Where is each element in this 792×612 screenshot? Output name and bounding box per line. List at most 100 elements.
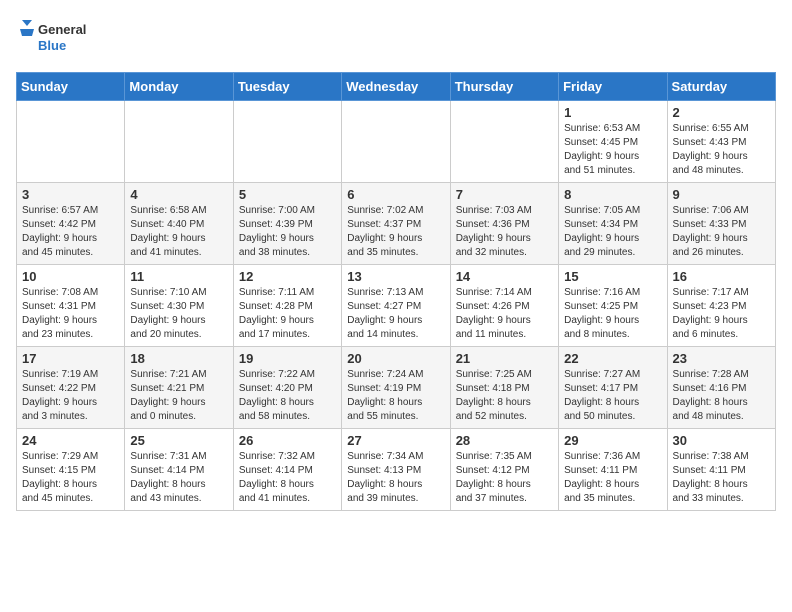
calendar-cell: 8 Sunrise: 7:05 AM Sunset: 4:34 PM Daylig… xyxy=(559,183,667,265)
calendar-cell: 25 Sunrise: 7:31 AM Sunset: 4:14 PM Dayli… xyxy=(125,429,233,511)
calendar-cell: 9 Sunrise: 7:06 AM Sunset: 4:33 PM Daylig… xyxy=(667,183,775,265)
day-info: Sunrise: 7:05 AM Sunset: 4:34 PM Dayligh… xyxy=(564,204,661,260)
day-info: Sunrise: 6:57 AM Sunset: 4:42 PM Dayligh… xyxy=(22,204,119,260)
day-info: Sunrise: 7:29 AM Sunset: 4:15 PM Dayligh… xyxy=(22,450,119,506)
day-info: Sunrise: 7:31 AM Sunset: 4:14 PM Dayligh… xyxy=(130,450,227,506)
day-info: Sunrise: 7:03 AM Sunset: 4:36 PM Dayligh… xyxy=(456,204,553,260)
day-info: Sunrise: 7:38 AM Sunset: 4:11 PM Dayligh… xyxy=(673,450,770,506)
day-number: 25 xyxy=(130,433,227,448)
day-number: 11 xyxy=(130,269,227,284)
calendar-cell: 16Sunrise: 7:17 AM Sunset: 4:23 PM Dayli… xyxy=(667,265,775,347)
day-number: 8 xyxy=(564,187,661,202)
day-number: 12 xyxy=(239,269,336,284)
day-number: 29 xyxy=(564,433,661,448)
calendar-cell: 30Sunrise: 7:38 AM Sunset: 4:11 PM Dayli… xyxy=(667,429,775,511)
calendar-cell xyxy=(17,101,125,183)
day-number: 22 xyxy=(564,351,661,366)
day-number: 19 xyxy=(239,351,336,366)
calendar-cell xyxy=(233,101,341,183)
calendar-cell: 11 Sunrise: 7:10 AM Sunset: 4:30 PM Dayli… xyxy=(125,265,233,347)
logo-svg: General Blue xyxy=(16,16,96,60)
calendar-week-row: 17 Sunrise: 7:19 AM Sunset: 4:22 PM Dayli… xyxy=(17,347,776,429)
day-info: Sunrise: 7:35 AM Sunset: 4:12 PM Dayligh… xyxy=(456,450,553,506)
calendar-header-row: SundayMondayTuesdayWednesdayThursdayFrid… xyxy=(17,73,776,101)
calendar-body: 1Sunrise: 6:53 AM Sunset: 4:45 PM Daylig… xyxy=(17,101,776,511)
day-info: Sunrise: 7:02 AM Sunset: 4:37 PM Dayligh… xyxy=(347,204,444,260)
calendar-week-row: 1Sunrise: 6:53 AM Sunset: 4:45 PM Daylig… xyxy=(17,101,776,183)
day-info: Sunrise: 7:34 AM Sunset: 4:13 PM Dayligh… xyxy=(347,450,444,506)
calendar-cell xyxy=(342,101,450,183)
day-info: Sunrise: 7:32 AM Sunset: 4:14 PM Dayligh… xyxy=(239,450,336,506)
calendar-cell: 24 Sunrise: 7:29 AM Sunset: 4:15 PM Dayli… xyxy=(17,429,125,511)
day-number: 6 xyxy=(347,187,444,202)
calendar-cell: 15Sunrise: 7:16 AM Sunset: 4:25 PM Dayli… xyxy=(559,265,667,347)
weekday-header-wednesday: Wednesday xyxy=(342,73,450,101)
day-info: Sunrise: 7:06 AM Sunset: 4:33 PM Dayligh… xyxy=(673,204,770,260)
day-number: 27 xyxy=(347,433,444,448)
header: General Blue xyxy=(16,16,776,60)
calendar-cell: 23 Sunrise: 7:28 AM Sunset: 4:16 PM Dayli… xyxy=(667,347,775,429)
weekday-header-friday: Friday xyxy=(559,73,667,101)
day-number: 18 xyxy=(130,351,227,366)
day-number: 20 xyxy=(347,351,444,366)
day-info: Sunrise: 7:14 AM Sunset: 4:26 PM Dayligh… xyxy=(456,286,553,342)
calendar-cell xyxy=(450,101,558,183)
day-number: 17 xyxy=(22,351,119,366)
weekday-header-tuesday: Tuesday xyxy=(233,73,341,101)
day-info: Sunrise: 7:36 AM Sunset: 4:11 PM Dayligh… xyxy=(564,450,661,506)
weekday-header-monday: Monday xyxy=(125,73,233,101)
day-number: 28 xyxy=(456,433,553,448)
calendar-cell: 1Sunrise: 6:53 AM Sunset: 4:45 PM Daylig… xyxy=(559,101,667,183)
calendar-cell: 3 Sunrise: 6:57 AM Sunset: 4:42 PM Daylig… xyxy=(17,183,125,265)
weekday-header-sunday: Sunday xyxy=(17,73,125,101)
day-number: 13 xyxy=(347,269,444,284)
day-info: Sunrise: 7:08 AM Sunset: 4:31 PM Dayligh… xyxy=(22,286,119,342)
logo: General Blue xyxy=(16,16,96,60)
calendar-cell: 6 Sunrise: 7:02 AM Sunset: 4:37 PM Daylig… xyxy=(342,183,450,265)
day-number: 2 xyxy=(673,105,770,120)
day-number: 3 xyxy=(22,187,119,202)
calendar-cell: 29 Sunrise: 7:36 AM Sunset: 4:11 PM Dayli… xyxy=(559,429,667,511)
day-info: Sunrise: 7:13 AM Sunset: 4:27 PM Dayligh… xyxy=(347,286,444,342)
calendar-cell: 19Sunrise: 7:22 AM Sunset: 4:20 PM Dayli… xyxy=(233,347,341,429)
calendar-cell: 21 Sunrise: 7:25 AM Sunset: 4:18 PM Dayli… xyxy=(450,347,558,429)
day-number: 5 xyxy=(239,187,336,202)
day-info: Sunrise: 7:28 AM Sunset: 4:16 PM Dayligh… xyxy=(673,368,770,424)
calendar-cell: 20Sunrise: 7:24 AM Sunset: 4:19 PM Dayli… xyxy=(342,347,450,429)
calendar-cell: 27 Sunrise: 7:34 AM Sunset: 4:13 PM Dayli… xyxy=(342,429,450,511)
calendar-cell: 12Sunrise: 7:11 AM Sunset: 4:28 PM Dayli… xyxy=(233,265,341,347)
svg-text:General: General xyxy=(38,22,86,37)
day-number: 1 xyxy=(564,105,661,120)
day-number: 24 xyxy=(22,433,119,448)
weekday-header-thursday: Thursday xyxy=(450,73,558,101)
calendar-week-row: 3 Sunrise: 6:57 AM Sunset: 4:42 PM Daylig… xyxy=(17,183,776,265)
calendar-cell: 7Sunrise: 7:03 AM Sunset: 4:36 PM Daylig… xyxy=(450,183,558,265)
calendar-week-row: 10Sunrise: 7:08 AM Sunset: 4:31 PM Dayli… xyxy=(17,265,776,347)
day-info: Sunrise: 7:21 AM Sunset: 4:21 PM Dayligh… xyxy=(130,368,227,424)
day-number: 15 xyxy=(564,269,661,284)
day-info: Sunrise: 7:19 AM Sunset: 4:22 PM Dayligh… xyxy=(22,368,119,424)
calendar-cell: 17 Sunrise: 7:19 AM Sunset: 4:22 PM Dayli… xyxy=(17,347,125,429)
day-info: Sunrise: 7:27 AM Sunset: 4:17 PM Dayligh… xyxy=(564,368,661,424)
day-info: Sunrise: 7:25 AM Sunset: 4:18 PM Dayligh… xyxy=(456,368,553,424)
calendar-cell: 13 Sunrise: 7:13 AM Sunset: 4:27 PM Dayli… xyxy=(342,265,450,347)
day-info: Sunrise: 7:00 AM Sunset: 4:39 PM Dayligh… xyxy=(239,204,336,260)
calendar-cell: 18 Sunrise: 7:21 AM Sunset: 4:21 PM Dayli… xyxy=(125,347,233,429)
calendar-cell: 2 Sunrise: 6:55 AM Sunset: 4:43 PM Daylig… xyxy=(667,101,775,183)
day-number: 21 xyxy=(456,351,553,366)
day-number: 9 xyxy=(673,187,770,202)
calendar-cell: 5 Sunrise: 7:00 AM Sunset: 4:39 PM Daylig… xyxy=(233,183,341,265)
day-info: Sunrise: 7:10 AM Sunset: 4:30 PM Dayligh… xyxy=(130,286,227,342)
calendar-cell: 26 Sunrise: 7:32 AM Sunset: 4:14 PM Dayli… xyxy=(233,429,341,511)
calendar-cell: 22 Sunrise: 7:27 AM Sunset: 4:17 PM Dayli… xyxy=(559,347,667,429)
day-number: 4 xyxy=(130,187,227,202)
day-number: 23 xyxy=(673,351,770,366)
day-info: Sunrise: 6:58 AM Sunset: 4:40 PM Dayligh… xyxy=(130,204,227,260)
day-info: Sunrise: 7:17 AM Sunset: 4:23 PM Dayligh… xyxy=(673,286,770,342)
calendar-table: SundayMondayTuesdayWednesdayThursdayFrid… xyxy=(16,72,776,511)
day-number: 26 xyxy=(239,433,336,448)
day-info: Sunrise: 6:55 AM Sunset: 4:43 PM Dayligh… xyxy=(673,122,770,178)
calendar-cell xyxy=(125,101,233,183)
calendar-cell: 28 Sunrise: 7:35 AM Sunset: 4:12 PM Dayli… xyxy=(450,429,558,511)
calendar-week-row: 24 Sunrise: 7:29 AM Sunset: 4:15 PM Dayli… xyxy=(17,429,776,511)
